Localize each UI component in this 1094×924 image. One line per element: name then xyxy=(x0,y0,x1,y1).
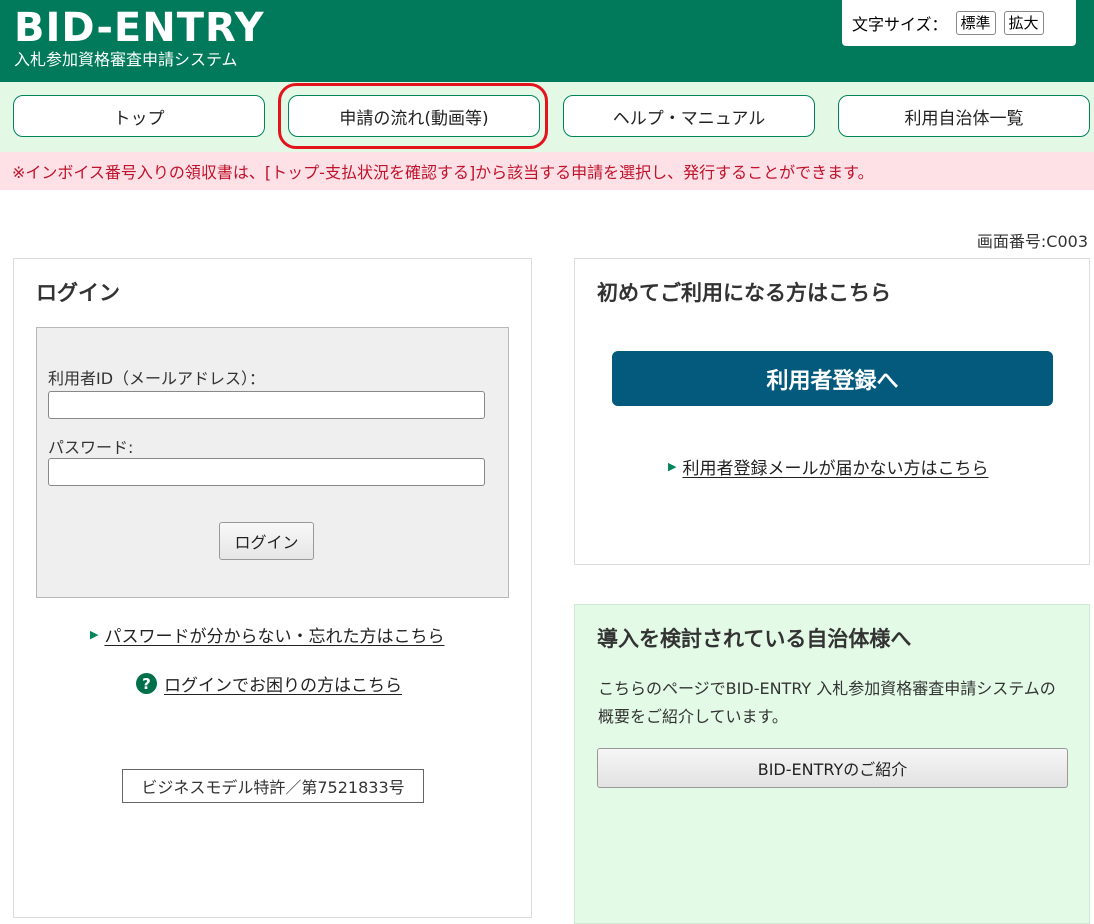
login-title: ログイン xyxy=(36,281,120,305)
nav-top-button[interactable]: トップ xyxy=(13,95,265,137)
login-panel: ログイン 利用者ID（メールアドレス）： パスワード: ログイン ▶ パスワード… xyxy=(13,258,532,918)
user-id-label: 利用者ID（メールアドレス）： xyxy=(48,369,266,388)
registration-mail-link-text[interactable]: 利用者登録メールが届かない方はこちら xyxy=(682,454,988,479)
register-title: 初めてご利用になる方はこちら xyxy=(597,281,891,305)
screen-number: 画面番号:C003 xyxy=(976,232,1088,251)
bid-entry-intro-button[interactable]: BID-ENTRYのご紹介 xyxy=(597,748,1068,788)
font-size-label: 文字サイズ： xyxy=(852,15,948,34)
font-size-large-button[interactable]: 拡大 xyxy=(1003,11,1044,35)
municipality-panel: 導入を検討されている自治体様へ こちらのページでBID-ENTRY 入札参加資格… xyxy=(574,604,1090,924)
patent-badge: ビジネスモデル特許／第7521833号 xyxy=(122,769,424,803)
login-form: 利用者ID（メールアドレス）： パスワード: ログイン xyxy=(36,327,509,598)
login-button[interactable]: ログイン xyxy=(219,522,314,560)
invoice-notice: ※インボイス番号入りの領収書は、[トップ-支払状況を確認する]から該当する申請を… xyxy=(0,152,1094,190)
site-logo[interactable]: BID-ENTRY xyxy=(14,4,265,52)
triangle-right-icon: ▶ xyxy=(90,628,99,641)
register-panel: 初めてご利用になる方はこちら 利用者登録へ ▶ 利用者登録メールが届かない方はこ… xyxy=(574,258,1090,565)
nav-application-flow-button[interactable]: 申請の流れ(動画等) xyxy=(288,95,540,137)
login-trouble-link[interactable]: ? ログインでお困りの方はこちら xyxy=(136,671,402,696)
site-subtitle: 入札参加資格審査申請システム xyxy=(14,50,238,69)
question-circle-icon: ? xyxy=(136,673,157,694)
main-nav: トップ 申請の流れ(動画等) ヘルプ・マニュアル 利用自治体一覧 xyxy=(0,82,1094,152)
site-header: BID-ENTRY 入札参加資格審査申請システム 文字サイズ： 標準 拡大 xyxy=(0,0,1094,82)
municipality-description: こちらのページでBID-ENTRY 入札参加資格審査申請システムの概要をご紹介し… xyxy=(598,679,1056,726)
register-button[interactable]: 利用者登録へ xyxy=(612,351,1053,406)
font-size-switcher: 文字サイズ： 標準 拡大 xyxy=(842,0,1076,46)
password-label: パスワード: xyxy=(48,438,134,457)
registration-mail-link[interactable]: ▶ 利用者登録メールが届かない方はこちら xyxy=(668,454,988,479)
nav-municipality-list-button[interactable]: 利用自治体一覧 xyxy=(838,95,1090,137)
municipality-title: 導入を検討されている自治体様へ xyxy=(597,627,912,651)
user-id-input[interactable] xyxy=(48,391,485,419)
nav-help-manual-button[interactable]: ヘルプ・マニュアル xyxy=(563,95,815,137)
forgot-password-link-text[interactable]: パスワードが分からない・忘れた方はこちら xyxy=(104,622,444,647)
password-input[interactable] xyxy=(48,458,485,486)
forgot-password-link[interactable]: ▶ パスワードが分からない・忘れた方はこちら xyxy=(90,622,444,647)
login-trouble-link-text[interactable]: ログインでお困りの方はこちら xyxy=(164,671,402,696)
triangle-right-icon: ▶ xyxy=(668,460,677,473)
font-size-standard-button[interactable]: 標準 xyxy=(955,11,996,35)
